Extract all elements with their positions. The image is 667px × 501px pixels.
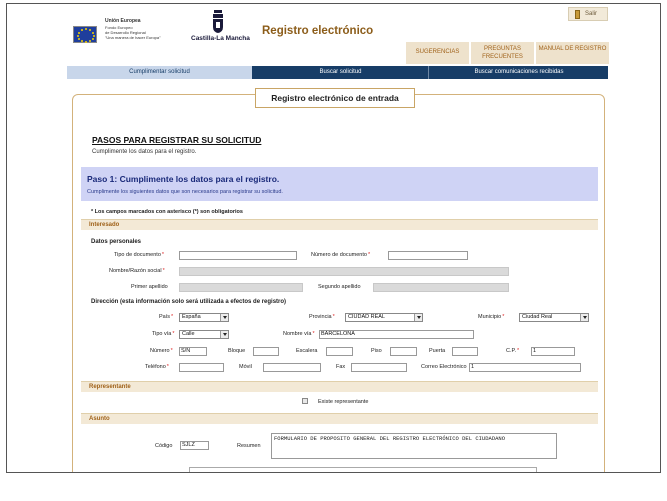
- doc-type-field[interactable]: [179, 251, 297, 260]
- form-title: Registro electrónico de entrada: [255, 88, 415, 108]
- stair-field[interactable]: [326, 347, 353, 356]
- province-select[interactable]: CIUDAD REAL: [345, 313, 423, 322]
- summary-textarea[interactable]: FORMULARIO DE PROPOSITO GENERAL DEL REGI…: [271, 433, 557, 459]
- municipality-select[interactable]: Ciudad Real: [519, 313, 589, 322]
- surname2-label: Segundo apellido: [318, 284, 361, 290]
- floor-label: Piso: [371, 348, 382, 354]
- number-label: Número*: [150, 348, 173, 354]
- country-label: País*: [159, 314, 174, 320]
- fax-field[interactable]: [351, 363, 407, 372]
- chevron-down-icon: [414, 314, 422, 321]
- representative-checkbox[interactable]: [302, 398, 308, 404]
- steps-heading: PASOS PARA REGISTRAR SU SOLICITUD: [92, 135, 262, 145]
- municipality-label: Municipio*: [478, 314, 505, 320]
- tab-search-communications[interactable]: Buscar comunicaciones recibidas: [430, 66, 608, 79]
- stair-label: Escalera: [296, 348, 318, 354]
- mobile-label: Móvil: [239, 364, 252, 370]
- phone-field[interactable]: [179, 363, 224, 372]
- additional-textarea[interactable]: [189, 467, 537, 472]
- doc-number-field[interactable]: [388, 251, 468, 260]
- road-type-select[interactable]: Calle: [179, 330, 229, 339]
- personal-data-heading: Datos personales: [91, 239, 142, 245]
- nav-faq[interactable]: PREGUNTAS FRECUENTES: [471, 42, 535, 64]
- code-label: Código: [155, 443, 173, 449]
- exit-label: Salir: [585, 11, 598, 17]
- tab-fill-request[interactable]: Cumplimentar solicitud: [67, 66, 252, 79]
- steps-subtitle: Cumplimente los datos para el registro.: [92, 149, 197, 155]
- required-fields-note: * Los campos marcados con asterisco (*) …: [91, 209, 243, 215]
- door-label: Puerta: [429, 348, 446, 354]
- browser-page: Unión Europea Fondo Europeo de Desarroll…: [6, 3, 661, 473]
- address-heading: Dirección (esta información solo será ut…: [91, 299, 287, 305]
- code-field[interactable]: SJLZ: [180, 441, 209, 450]
- email-label: Correo Electrónico: [421, 364, 467, 370]
- floor-field[interactable]: [390, 347, 417, 356]
- nav-suggestions[interactable]: SUGERENCIAS: [406, 42, 470, 64]
- road-name-field[interactable]: BARCELONA: [319, 330, 474, 339]
- road-type-label: Tipo vía*: [152, 331, 175, 337]
- page-bottom: [0, 476, 667, 501]
- fax-label: Fax: [336, 364, 346, 370]
- nav-manual[interactable]: MANUAL DE REGISTRO: [536, 42, 610, 64]
- doc-number-label: Número de documento*: [311, 252, 371, 258]
- step1-panel: Paso 1: Cumplimente los datos para el re…: [81, 167, 598, 201]
- name-label: Nombre/Razón social*: [109, 268, 165, 274]
- eu-line4: "Una manera de hacer Europa": [105, 35, 161, 40]
- name-field[interactable]: [179, 267, 509, 276]
- door-icon: [575, 10, 580, 19]
- door-field[interactable]: [452, 347, 478, 356]
- registration-form: Registro electrónico de entrada PASOS PA…: [72, 88, 605, 472]
- site-header: Unión Europea Fondo Europeo de Desarroll…: [62, 4, 610, 66]
- section-asunto: Asunto: [81, 413, 598, 424]
- step1-subtitle: Cumplimente los siguientes datos que son…: [87, 189, 283, 195]
- country-select[interactable]: España: [179, 313, 229, 322]
- block-field[interactable]: [253, 347, 279, 356]
- zip-label: C.P.*: [506, 348, 520, 354]
- block-label: Bloque: [228, 348, 246, 354]
- section-interesado: Interesado: [81, 219, 598, 230]
- exit-button[interactable]: Salir: [568, 7, 608, 21]
- zip-field[interactable]: 1: [531, 347, 575, 356]
- surname2-field[interactable]: [373, 283, 509, 292]
- phone-label: Teléfono*: [145, 364, 169, 370]
- surname1-field[interactable]: [179, 283, 303, 292]
- chevron-down-icon: [580, 314, 588, 321]
- mobile-field[interactable]: [263, 363, 321, 372]
- eu-fund-text: Unión Europea Fondo Europeo de Desarroll…: [105, 18, 185, 41]
- summary-label: Resumen: [237, 443, 261, 449]
- eu-flag-logo: [73, 26, 97, 43]
- tab-search-request[interactable]: Buscar solicitud: [253, 66, 429, 79]
- region-logo[interactable]: Castilla-La Mancha: [191, 10, 250, 46]
- province-label: Provincia*: [309, 314, 335, 320]
- section-representante: Representante: [81, 381, 598, 392]
- representative-checkbox-label: Existe representante: [318, 399, 369, 405]
- site-title: Registro electrónico: [262, 25, 374, 37]
- number-field[interactable]: S/N: [179, 347, 207, 356]
- main-tabs: Cumplimentar solicitud Buscar solicitud …: [67, 66, 608, 79]
- chevron-down-icon: [220, 314, 228, 321]
- surname1-label: Primer apellido: [131, 284, 168, 290]
- step1-title: Paso 1: Cumplimente los datos para el re…: [87, 174, 280, 184]
- region-shield-icon: [213, 10, 223, 33]
- eu-line1: Unión Europea: [105, 18, 141, 24]
- doc-type-label: Tipo de documento*: [114, 252, 165, 258]
- region-name: Castilla-La Mancha: [191, 35, 250, 42]
- chevron-down-icon: [220, 331, 228, 338]
- road-name-label: Nombre vía*: [283, 331, 315, 337]
- email-field[interactable]: 1: [469, 363, 581, 372]
